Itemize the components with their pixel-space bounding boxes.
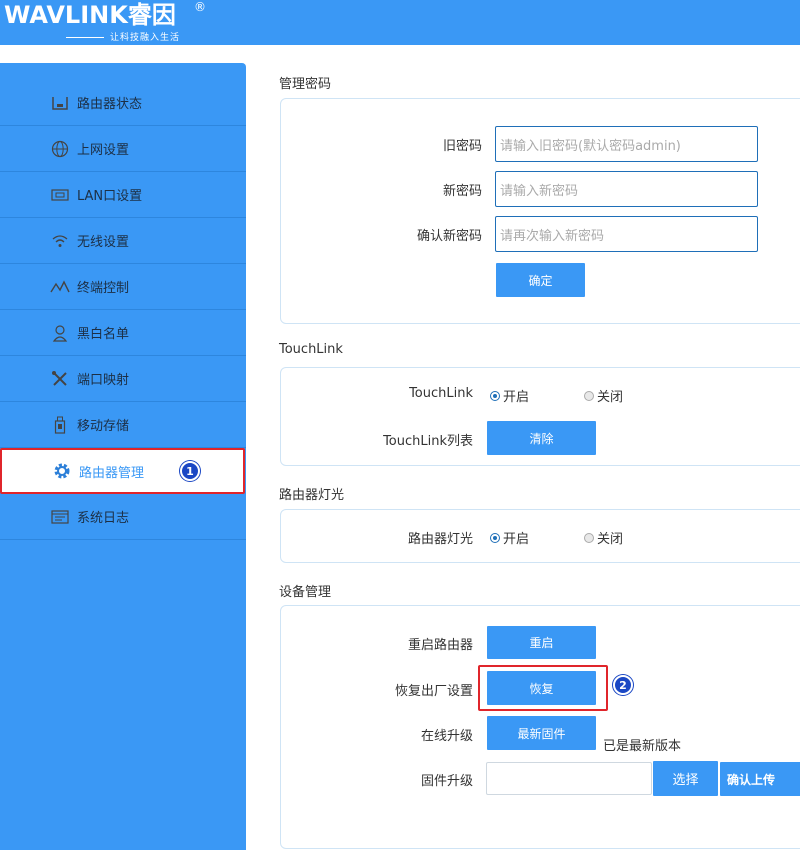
- light-on-radio[interactable]: 开启: [490, 528, 529, 547]
- latest-firmware-button[interactable]: 最新固件: [487, 716, 596, 750]
- brand-logo: WAVLINK睿因 ® 让科技融入生活: [4, 0, 206, 43]
- sidebar-item-internet[interactable]: 上网设置: [0, 126, 246, 172]
- lan-port-icon: [50, 185, 70, 205]
- reboot-label: 重启路由器: [407, 638, 473, 653]
- sidebar-item-label: 黑白名单: [77, 327, 130, 342]
- sidebar-item-label: 上网设置: [77, 143, 130, 158]
- sidebar-item-label: LAN口设置: [77, 189, 143, 204]
- sidebar-item-label: 路由器状态: [77, 97, 143, 112]
- choose-file-button[interactable]: 选择: [653, 761, 718, 796]
- confirm-button[interactable]: 确定: [496, 263, 585, 297]
- logo-slogan: 让科技融入生活: [66, 30, 180, 43]
- sidebar-item-router-status[interactable]: 路由器状态: [0, 80, 246, 126]
- sidebar-item-label: 端口映射: [77, 373, 130, 388]
- light-section-title: 路由器灯光: [279, 488, 345, 503]
- step-badge-2: 2: [613, 675, 633, 695]
- step-badge-1: 1: [180, 461, 200, 481]
- touchlink-label: TouchLink: [409, 386, 473, 401]
- sidebar-item-label: 系统日志: [77, 511, 130, 526]
- confirm-upload-button[interactable]: 确认上传: [720, 762, 800, 796]
- tools-icon: [50, 369, 70, 389]
- light-off-radio[interactable]: 关闭: [584, 528, 623, 547]
- wifi-icon: [50, 231, 70, 251]
- sidebar-item-label: 移动存储: [77, 419, 130, 434]
- touchlink-section-title: TouchLink: [279, 342, 343, 357]
- new-password-input[interactable]: 请输入新密码: [495, 171, 758, 207]
- clear-button[interactable]: 清除: [487, 421, 596, 455]
- old-password-input[interactable]: 请输入旧密码(默认密码admin): [495, 126, 758, 162]
- top-header: WAVLINK睿因 ® 让科技融入生活: [0, 0, 800, 45]
- radio-selected-icon: [490, 390, 500, 401]
- new-password-label: 新密码: [442, 184, 482, 199]
- globe-icon: [50, 139, 70, 159]
- password-section-title: 管理密码: [279, 77, 332, 92]
- online-upgrade-label: 在线升级: [420, 729, 473, 744]
- sidebar-item-wireless[interactable]: 无线设置: [0, 218, 246, 264]
- sidebar: 路由器状态 上网设置 LAN口设置 无线设置 终端控制 黑白名单 端口映射 移动…: [0, 63, 246, 850]
- device-section-title: 设备管理: [279, 585, 332, 600]
- touchlink-list-label: TouchLink列表: [383, 434, 473, 449]
- terminal-control-icon: [50, 277, 70, 297]
- upgrade-status-text: 已是最新版本: [603, 739, 682, 754]
- reboot-button[interactable]: 重启: [487, 626, 596, 659]
- user-list-icon: [50, 323, 70, 343]
- sidebar-item-port-mapping[interactable]: 端口映射: [0, 356, 246, 402]
- sidebar-item-lan[interactable]: LAN口设置: [0, 172, 246, 218]
- registered-mark: ®: [194, 0, 206, 14]
- radio-unselected-icon: [584, 532, 594, 543]
- old-password-label: 旧密码: [442, 139, 482, 154]
- sidebar-item-label: 终端控制: [77, 281, 130, 296]
- confirm-password-label: 确认新密码: [416, 229, 482, 244]
- light-panel: [280, 509, 800, 563]
- gear-icon: [52, 461, 72, 481]
- radio-unselected-icon: [584, 390, 594, 401]
- factory-reset-label: 恢复出厂设置: [394, 684, 473, 699]
- router-status-icon: [50, 93, 70, 113]
- light-label: 路由器灯光: [407, 532, 473, 547]
- firmware-upgrade-label: 固件升级: [420, 774, 473, 789]
- sidebar-item-system-log[interactable]: 系统日志: [0, 494, 246, 540]
- confirm-password-input[interactable]: 请再次输入新密码: [495, 216, 758, 252]
- sidebar-item-label: 无线设置: [77, 235, 130, 250]
- sidebar-item-label: 路由器管理: [79, 465, 145, 481]
- sidebar-item-blacklist[interactable]: 黑白名单: [0, 310, 246, 356]
- radio-selected-icon: [490, 532, 500, 543]
- touchlink-off-radio[interactable]: 关闭: [584, 386, 623, 405]
- factory-reset-button[interactable]: 恢复: [487, 671, 596, 705]
- usb-storage-icon: [50, 415, 70, 435]
- firmware-file-input[interactable]: [486, 762, 652, 795]
- sidebar-item-terminal[interactable]: 终端控制: [0, 264, 246, 310]
- touchlink-on-radio[interactable]: 开启: [490, 386, 529, 405]
- sidebar-item-router-management[interactable]: 路由器管理: [0, 448, 245, 494]
- sidebar-item-storage[interactable]: 移动存储: [0, 402, 246, 448]
- log-icon: [50, 507, 70, 527]
- logo-text: WAVLINK睿因: [4, 1, 176, 29]
